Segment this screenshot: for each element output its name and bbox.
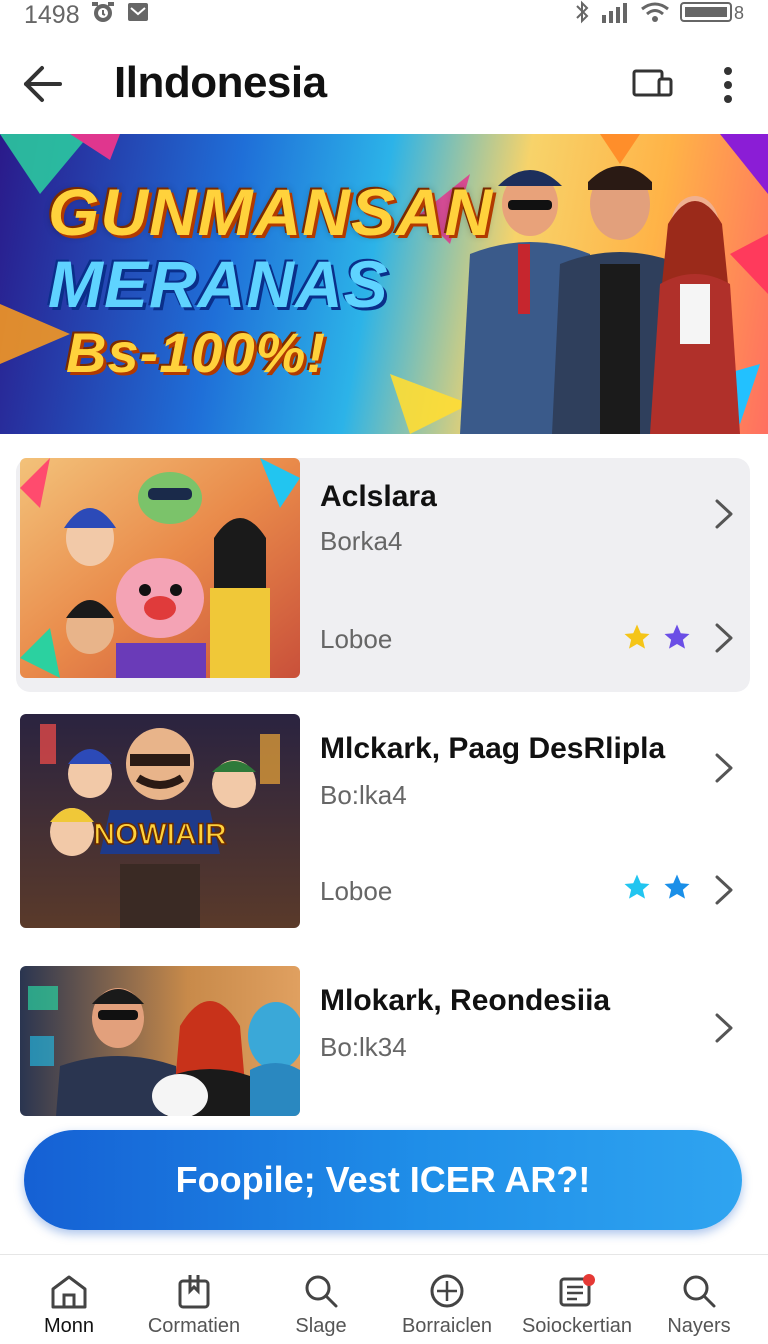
- signal-icon: [600, 1, 630, 30]
- item-footer: Loboe: [320, 876, 393, 906]
- item-thumbnail: [20, 966, 300, 1116]
- nav-item-borraiclen[interactable]: Borraiclen: [382, 1273, 512, 1338]
- back-button[interactable]: [16, 58, 68, 110]
- banner-offer: Bs-100%!: [66, 321, 327, 384]
- chevron-right-icon: [715, 499, 733, 529]
- banner-subheadline: MERANAS: [48, 247, 389, 321]
- item-footer-chevron[interactable]: [710, 618, 738, 658]
- cast-icon: [632, 69, 673, 97]
- chevron-right-icon: [715, 875, 733, 905]
- search-icon: [305, 1275, 338, 1308]
- item-open-chevron[interactable]: [710, 494, 738, 534]
- bookmark-icon: [178, 1275, 210, 1309]
- more-options-button[interactable]: [706, 60, 750, 110]
- nav-item-cormatien[interactable]: Cormatien: [129, 1273, 259, 1338]
- home-icon: [51, 1275, 87, 1309]
- item-subtitle: Bo:lka4: [320, 780, 407, 810]
- page-title: Ilndonesia: [114, 58, 327, 107]
- list-item[interactable]: Mlokark, Reondesiia Bo:lk34: [16, 966, 750, 1116]
- item-footer: Loboe: [320, 624, 393, 654]
- notifications-icon: [559, 1274, 595, 1307]
- nav-label: Slage: [295, 1315, 347, 1337]
- star-icon: [664, 874, 690, 899]
- alarm-icon: [90, 0, 116, 31]
- bluetooth-icon: [574, 0, 590, 32]
- nav-label: Soiockertian: [521, 1315, 633, 1337]
- item-thumbnail: [20, 458, 300, 678]
- star-icon: [624, 624, 650, 649]
- bottom-navigation: Monn Cormatien Slage Borraiclen Soiocker…: [0, 1254, 768, 1344]
- item-open-chevron[interactable]: [710, 748, 738, 788]
- battery-icon: 8: [680, 1, 744, 30]
- compass-icon: [430, 1274, 464, 1308]
- item-footer-chevron[interactable]: [710, 870, 738, 910]
- list-item[interactable]: Aclslara Borka4 Loboe: [16, 458, 750, 692]
- item-rating: [622, 622, 692, 652]
- more-vert-icon: [724, 67, 732, 103]
- item-subtitle: Bo:lk34: [320, 1032, 407, 1062]
- status-time: 1498: [24, 0, 80, 29]
- nav-item-soiockertian[interactable]: Soiockertian: [512, 1273, 642, 1338]
- nav-label: Nayers: [667, 1315, 731, 1337]
- status-bar: 1498 8: [0, 0, 768, 30]
- primary-cta-button[interactable]: Foopile; Vest ICER AR?!: [24, 1130, 742, 1230]
- item-title: Mlckark, Paag DesRlipla: [320, 732, 666, 765]
- item-title: Mlokark, Reondesiia: [320, 984, 611, 1017]
- nav-item-home[interactable]: Monn: [4, 1273, 134, 1338]
- star-icon: [624, 874, 650, 899]
- item-rating: [622, 872, 692, 902]
- chevron-right-icon: [715, 623, 733, 653]
- mail-icon: [126, 1, 150, 30]
- nav-label: Borraiclen: [401, 1315, 493, 1337]
- item-subtitle: Borka4: [320, 526, 403, 556]
- item-open-chevron[interactable]: [710, 1008, 738, 1048]
- cast-button[interactable]: [628, 60, 678, 110]
- app-bar: Ilndonesia: [0, 30, 768, 134]
- item-thumbnail: NOWIAIR: [20, 714, 300, 928]
- star-icon: [664, 624, 690, 649]
- chevron-right-icon: [715, 753, 733, 783]
- nav-item-slage[interactable]: Slage: [256, 1273, 386, 1338]
- list-item[interactable]: NOWIAIR Mlckark, Paag DesRlipla Bo:lka4 …: [16, 714, 750, 934]
- svg-text:NOWIAIR: NOWIAIR: [93, 818, 227, 851]
- wifi-icon: [640, 1, 670, 30]
- banner-headline: GUNMANSAN: [48, 175, 494, 249]
- nav-label: Monn: [43, 1315, 95, 1337]
- search-icon: [683, 1275, 716, 1308]
- promo-banner[interactable]: GUNMANSAN MERANAS Bs-100%!: [0, 134, 768, 434]
- nav-label: Cormatien: [147, 1315, 241, 1337]
- back-arrow-icon: [24, 66, 62, 102]
- nav-item-nayers[interactable]: Nayers: [634, 1273, 764, 1338]
- svg-text:8: 8: [734, 3, 744, 23]
- character-right: [650, 196, 740, 434]
- item-title: Aclslara: [320, 480, 437, 513]
- chevron-right-icon: [715, 1013, 733, 1043]
